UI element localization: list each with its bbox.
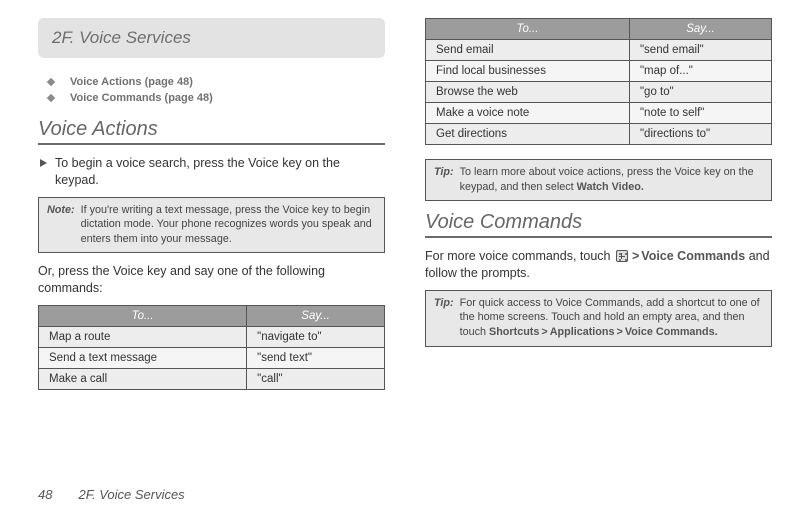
tip-box: Tip: To learn more about voice actions, …: [425, 159, 772, 201]
note-box: Note: If you're writing a text message, …: [38, 197, 385, 254]
table-row: Get directions "directions to": [426, 124, 772, 145]
commands-table-left: To... Say... Map a route "navigate to" S…: [38, 305, 385, 390]
table-row: Make a call "call": [39, 369, 385, 390]
page-footer: 48 2F. Voice Services: [38, 487, 185, 502]
gt-icon: >: [617, 326, 623, 338]
note-text: If you're writing a text message, press …: [81, 203, 376, 247]
menu-icon: [616, 250, 628, 262]
vc-paragraph: For more voice commands, touch >Voice Co…: [425, 248, 772, 282]
cell-say: "call": [247, 369, 385, 390]
table-row: Map a route "navigate to": [39, 327, 385, 348]
intro-text: To begin a voice search, press the Voice…: [55, 155, 385, 189]
cell-to: Get directions: [426, 124, 630, 145]
vc-para-a: For more voice commands, touch: [425, 249, 614, 263]
gt-icon: >: [541, 326, 547, 338]
cell-to: Make a voice note: [426, 103, 630, 124]
table-row: Find local businesses "map of...": [426, 61, 772, 82]
cell-to: Map a route: [39, 327, 247, 348]
table-header-row: To... Say...: [426, 19, 772, 40]
toc-link[interactable]: Voice Commands (page 48): [70, 92, 213, 104]
cell-say: "note to self": [629, 103, 771, 124]
table-header-row: To... Say...: [39, 306, 385, 327]
tip2-b: Shortcuts: [489, 326, 539, 338]
diamond-icon: [47, 77, 55, 85]
tip2-c: Applications: [550, 326, 615, 338]
table-row: Make a voice note "note to self": [426, 103, 772, 124]
cell-say: "go to": [629, 82, 771, 103]
triangle-icon: [40, 159, 47, 167]
table-row: Send email "send email": [426, 40, 772, 61]
cell-to: Make a call: [39, 369, 247, 390]
table-row: Browse the web "go to": [426, 82, 772, 103]
toc-link[interactable]: Voice Actions (page 48): [70, 76, 193, 88]
vc-para-b: Voice Commands: [641, 249, 745, 263]
tip2-text: For quick access to Voice Commands, add …: [460, 296, 763, 340]
right-column: To... Say... Send email "send email" Fin…: [425, 18, 772, 450]
cell-say: "send email": [629, 40, 771, 61]
cell-to: Send a text message: [39, 348, 247, 369]
or-paragraph: Or, press the Voice key and say one of t…: [38, 263, 385, 297]
toc-item[interactable]: Voice Commands (page 48): [38, 92, 385, 104]
intro-item: To begin a voice search, press the Voice…: [38, 155, 385, 189]
footer-section-label: 2F. Voice Services: [78, 487, 184, 502]
left-column: 2F. Voice Services Voice Actions (page 4…: [38, 18, 385, 450]
commands-table-right: To... Say... Send email "send email" Fin…: [425, 18, 772, 145]
tip-label: Tip:: [434, 296, 454, 340]
cell-say: "directions to": [629, 124, 771, 145]
tip2-d: Voice Commands.: [625, 326, 718, 338]
diamond-icon: [47, 93, 55, 101]
gt-icon: >: [632, 249, 639, 263]
tip-label: Tip:: [434, 165, 454, 194]
table-row: Send a text message "send text": [39, 348, 385, 369]
cell-to: Browse the web: [426, 82, 630, 103]
tip-text: To learn more about voice actions, press…: [460, 165, 763, 194]
page-number: 48: [38, 487, 52, 502]
th-say: Say...: [247, 306, 385, 327]
cell-say: "navigate to": [247, 327, 385, 348]
cell-to: Send email: [426, 40, 630, 61]
heading-voice-actions: Voice Actions: [38, 118, 385, 145]
cell-to: Find local businesses: [426, 61, 630, 82]
cell-say: "map of...": [629, 61, 771, 82]
section-header: 2F. Voice Services: [38, 18, 385, 58]
cell-say: "send text": [247, 348, 385, 369]
th-to: To...: [39, 306, 247, 327]
toc-list: Voice Actions (page 48) Voice Commands (…: [38, 76, 385, 104]
th-to: To...: [426, 19, 630, 40]
th-say: Say...: [629, 19, 771, 40]
toc-item[interactable]: Voice Actions (page 48): [38, 76, 385, 88]
tip-box-2: Tip: For quick access to Voice Commands,…: [425, 290, 772, 347]
note-label: Note:: [47, 203, 75, 247]
heading-voice-commands: Voice Commands: [425, 211, 772, 238]
tip1-bold: Watch Video.: [577, 181, 644, 193]
